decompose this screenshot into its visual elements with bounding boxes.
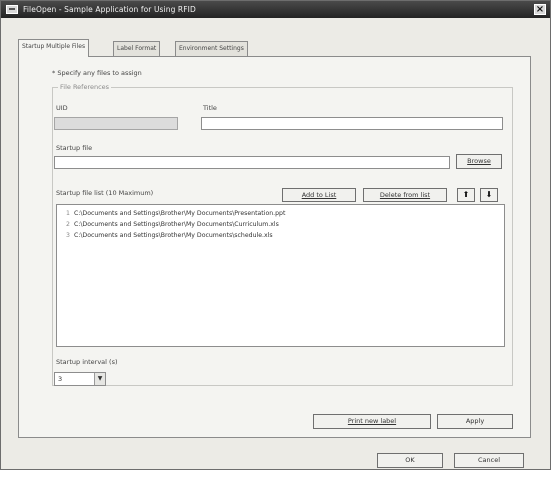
delete-from-list-button-label: Delete from list (379, 191, 431, 199)
instruction-text: * Specify any files to assign (52, 69, 142, 77)
app-icon (6, 5, 18, 14)
cancel-button[interactable]: Cancel (454, 453, 524, 468)
move-down-button[interactable]: ⬇ (480, 188, 498, 202)
list-item[interactable]: 1 C:\Documents and Settings\Brother\My Do… (66, 210, 285, 217)
window-title: FileOpen - Sample Application for Using … (23, 5, 196, 14)
arrow-up-icon: ⬆ (462, 190, 470, 199)
tab-startup-multiple-files[interactable]: Startup Multiple Files (18, 39, 90, 57)
tab-environment-settings[interactable]: Environment Settings (175, 41, 248, 56)
uid-field (54, 117, 178, 130)
apply-button-label: Apply (465, 417, 485, 425)
tab-label-format[interactable]: Label Format (113, 41, 161, 56)
list-item[interactable]: 3 C:\Documents and Settings\Brother\My Do… (66, 232, 273, 239)
chevron-down-icon[interactable]: ▼ (94, 373, 105, 385)
move-up-button[interactable]: ⬆ (457, 188, 475, 202)
browse-button[interactable]: Browse (456, 154, 502, 169)
startup-interval-value: 3 (58, 375, 63, 383)
dialog-window: FileOpen - Sample Application for Using … (0, 0, 551, 470)
browse-button-label: Browse (467, 157, 491, 165)
startup-file-label: Startup file (56, 144, 93, 152)
list-item-path: C:\Documents and Settings\Brother\My Doc… (73, 221, 279, 228)
list-item-number: 1 (66, 210, 70, 217)
startup-interval-label: Startup interval (s) (56, 358, 118, 366)
uid-label: UID (56, 104, 68, 112)
list-item-path: C:\Documents and Settings\Brother\My Doc… (73, 232, 273, 239)
cancel-button-label: Cancel (477, 456, 501, 464)
startup-interval-select[interactable]: 3 ▼ (54, 372, 106, 386)
arrow-down-icon: ⬇ (485, 190, 493, 199)
list-item[interactable]: 2 C:\Documents and Settings\Brother\My Do… (66, 221, 279, 228)
list-item-number: 3 (66, 232, 70, 239)
apply-button[interactable]: Apply (437, 414, 513, 429)
list-item-path: C:\Documents and Settings\Brother\My Doc… (73, 210, 286, 217)
title-field[interactable] (201, 117, 503, 130)
list-item-number: 2 (66, 221, 70, 228)
delete-from-list-button[interactable]: Delete from list (363, 188, 447, 202)
close-button[interactable]: × (534, 4, 546, 15)
file-references-legend: File References (58, 83, 112, 91)
startup-file-field[interactable] (54, 156, 450, 169)
ok-button[interactable]: OK (377, 453, 443, 468)
ok-button-label: OK (405, 456, 415, 464)
add-to-list-button[interactable]: Add to List (282, 188, 356, 202)
startup-file-listbox[interactable]: 1 C:\Documents and Settings\Brother\My Do… (56, 204, 505, 347)
file-list-label: Startup file list (10 Maximum) (56, 189, 154, 197)
title-label: Title (203, 104, 217, 112)
print-new-label-button-label: Print new label (347, 417, 397, 425)
title-bar[interactable]: FileOpen - Sample Application for Using … (1, 1, 550, 18)
add-to-list-button-label: Add to List (301, 191, 337, 199)
print-new-label-button[interactable]: Print new label (313, 414, 431, 429)
